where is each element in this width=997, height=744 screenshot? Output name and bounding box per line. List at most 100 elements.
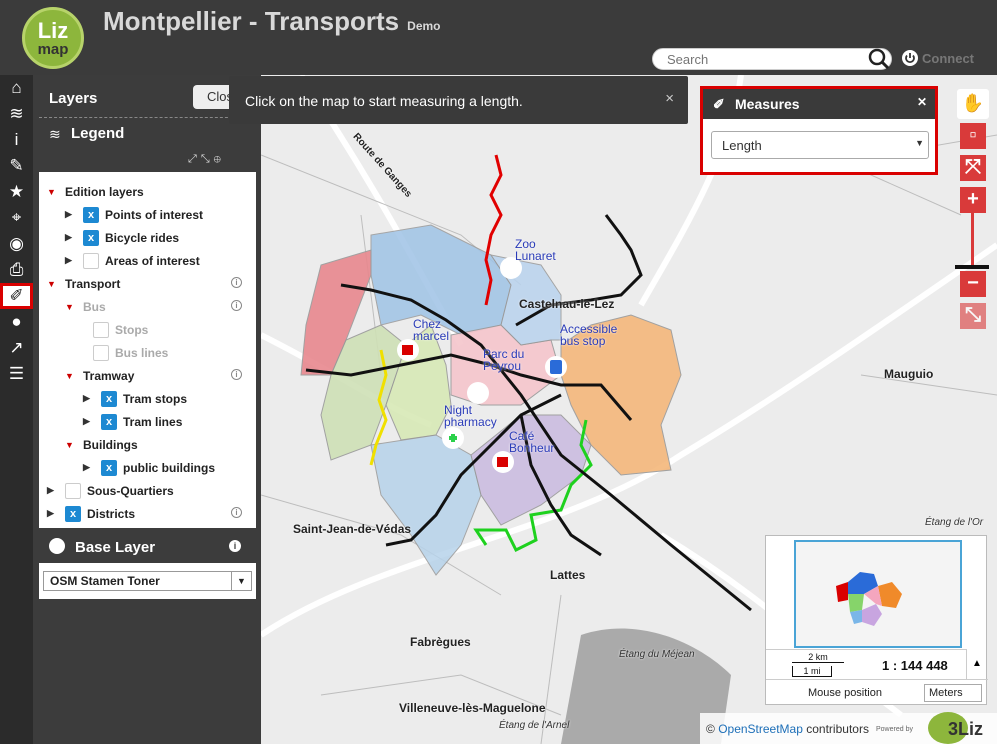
layers-icon[interactable]: ≋ bbox=[0, 101, 33, 127]
measure-type-select[interactable]: Length ▼ bbox=[711, 131, 929, 159]
collapsed-caret-icon[interactable]: ▶ bbox=[83, 462, 93, 473]
layer-checkbox[interactable]: x bbox=[101, 413, 117, 430]
pan-hand-icon[interactable]: ✋ bbox=[957, 89, 989, 119]
layer-row[interactable]: ▼ Bus i bbox=[39, 295, 256, 318]
expanded-caret-icon[interactable]: ▼ bbox=[65, 302, 75, 312]
layer-row[interactable]: ▶ x public buildings bbox=[39, 456, 256, 479]
search-input[interactable] bbox=[667, 49, 867, 69]
attribution-suffix: contributors bbox=[806, 722, 869, 736]
collapse-icon[interactable]: ⤡ bbox=[201, 153, 214, 165]
layer-row[interactable]: ▼ Buildings bbox=[39, 433, 256, 456]
baselayer-title: Base Layer bbox=[75, 539, 156, 556]
home-icon[interactable]: ⌂ bbox=[0, 75, 33, 101]
list-icon[interactable]: ☰ bbox=[0, 361, 33, 387]
park-marker-icon[interactable] bbox=[467, 382, 489, 404]
collapsed-caret-icon[interactable]: ▶ bbox=[47, 508, 57, 519]
mouse-position-label: Mouse position bbox=[808, 687, 882, 699]
layer-row[interactable]: ▶ x Points of interest bbox=[39, 203, 256, 226]
expand-icon[interactable]: ⤢ bbox=[188, 153, 201, 165]
globe-icon bbox=[49, 538, 65, 554]
info-icon[interactable]: i bbox=[0, 127, 33, 153]
close-measure-icon[interactable]: ✕ bbox=[917, 95, 927, 109]
collapsed-caret-icon[interactable]: ▶ bbox=[65, 255, 75, 266]
connect-button[interactable]: Connect bbox=[902, 50, 974, 66]
project-tag: Demo bbox=[407, 19, 441, 33]
collapsed-caret-icon[interactable]: ▶ bbox=[47, 485, 57, 496]
map-label-etang-or: Étang de l'Or bbox=[925, 517, 984, 528]
layer-row[interactable]: ▶ x Districts i bbox=[39, 502, 256, 525]
locate-icon[interactable]: ⌖ bbox=[0, 205, 33, 231]
collapsed-caret-icon[interactable]: ▶ bbox=[65, 209, 75, 220]
print-icon[interactable]: ⎙ bbox=[0, 257, 33, 283]
collapsed-caret-icon[interactable]: ▶ bbox=[65, 232, 75, 243]
layer-row[interactable]: Stops bbox=[39, 318, 256, 341]
collapsed-caret-icon[interactable]: ▶ bbox=[83, 416, 93, 427]
layer-checkbox[interactable]: x bbox=[65, 505, 81, 522]
comment-icon[interactable]: ● bbox=[0, 309, 33, 335]
overview-map[interactable] bbox=[794, 540, 962, 648]
collapsed-caret-icon[interactable]: ▶ bbox=[83, 393, 93, 404]
layer-checkbox[interactable]: x bbox=[101, 459, 117, 476]
layer-checkbox[interactable]: x bbox=[83, 206, 99, 223]
geolocation-icon[interactable]: ◉ bbox=[0, 231, 33, 257]
zoom-out-button[interactable]: − bbox=[960, 271, 986, 297]
layer-row[interactable]: ▼ Tramway i bbox=[39, 364, 256, 387]
expanded-caret-icon[interactable]: ▼ bbox=[47, 187, 57, 197]
overview-drawing bbox=[836, 572, 902, 626]
lizmap-logo[interactable]: Liz map bbox=[22, 7, 84, 69]
power-icon bbox=[902, 50, 918, 66]
info-icon[interactable]: i bbox=[231, 507, 242, 518]
map-label-lattes: Lattes bbox=[550, 568, 586, 582]
info-icon[interactable]: i bbox=[231, 277, 242, 288]
layer-row[interactable]: ▼ Edition layers bbox=[39, 180, 256, 203]
zoom-layer-icon[interactable]: ⊕ bbox=[214, 153, 225, 165]
info-icon[interactable]: i bbox=[231, 369, 242, 380]
zoom-extent-button[interactable]: ⤧ bbox=[960, 155, 986, 181]
layer-checkbox[interactable] bbox=[83, 252, 99, 269]
layer-label: Stops bbox=[115, 322, 149, 337]
layer-row[interactable]: ▶ Areas of interest bbox=[39, 249, 256, 272]
baselayer-select[interactable]: OSM Stamen Toner ▼ bbox=[43, 571, 252, 591]
layer-label: Points of interest bbox=[105, 207, 204, 222]
layer-row[interactable]: ▶ Sous-Quartiers bbox=[39, 479, 256, 502]
ov-district-green bbox=[848, 594, 864, 612]
star-icon[interactable]: ★ bbox=[0, 179, 33, 205]
baselayer-header[interactable]: Base Layer i bbox=[33, 530, 261, 566]
zoom-slider-handle[interactable] bbox=[955, 265, 989, 269]
layer-checkbox[interactable] bbox=[93, 344, 109, 361]
osm-link[interactable]: OpenStreetMap bbox=[718, 722, 803, 736]
legend-header[interactable]: ≋ Legend bbox=[33, 120, 261, 150]
layer-row[interactable]: ▶ x Bicycle rides bbox=[39, 226, 256, 249]
info-icon[interactable]: i bbox=[231, 300, 242, 311]
map-label-etang-mejean: Étang du Méjean bbox=[619, 649, 695, 660]
zoom-in-button[interactable]: + bbox=[960, 187, 986, 213]
expanded-caret-icon[interactable]: ▼ bbox=[65, 440, 75, 450]
expanded-caret-icon[interactable]: ▼ bbox=[65, 371, 75, 381]
close-icon[interactable]: × bbox=[665, 90, 674, 107]
layer-checkbox[interactable] bbox=[65, 482, 81, 499]
layer-row[interactable]: Bus lines bbox=[39, 341, 256, 364]
search-box[interactable] bbox=[652, 48, 892, 70]
previous-extent-button[interactable]: ⤡ bbox=[960, 303, 986, 329]
share-icon[interactable]: ↗ bbox=[0, 335, 33, 361]
info-icon[interactable]: i bbox=[229, 540, 241, 552]
dropdown-arrow-icon: ▼ bbox=[231, 572, 251, 590]
units-select[interactable]: Meters bbox=[924, 684, 982, 702]
layers-title: Layers bbox=[49, 90, 98, 107]
zoom-box-button[interactable]: ▫ bbox=[960, 123, 986, 149]
scale-km: 2 km bbox=[792, 652, 844, 663]
overview-panel: 2 km 1 mi 1 : 144 448 ▲ Mouse position M… bbox=[765, 535, 988, 705]
layer-checkbox[interactable] bbox=[93, 321, 109, 338]
layer-row[interactable]: ▼ Transport i bbox=[39, 272, 256, 295]
overview-toggle-icon[interactable]: ▲ bbox=[966, 649, 987, 679]
layer-row[interactable]: ▶ x Tram lines bbox=[39, 410, 256, 433]
layer-checkbox[interactable]: x bbox=[83, 229, 99, 246]
layer-row[interactable]: ▶ x Tram stops bbox=[39, 387, 256, 410]
edit-icon[interactable]: ✎ bbox=[0, 153, 33, 179]
layer-checkbox[interactable]: x bbox=[101, 390, 117, 407]
expanded-caret-icon[interactable]: ▼ bbox=[47, 279, 57, 289]
search-icon[interactable] bbox=[868, 48, 890, 70]
map-label-saint-jean: Saint-Jean-de-Védas bbox=[293, 522, 412, 536]
zoom-slider[interactable] bbox=[971, 213, 974, 268]
measure-icon[interactable]: ✐ bbox=[0, 283, 33, 309]
